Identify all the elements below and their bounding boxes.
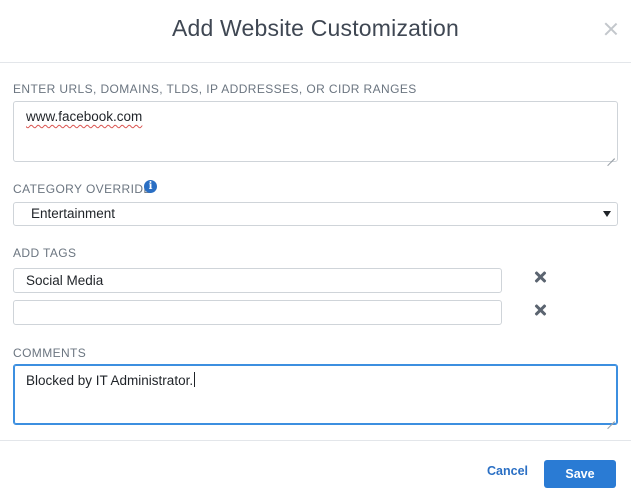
comments-value: Blocked by IT Administrator. <box>26 373 194 388</box>
dialog-header: Add Website Customization <box>0 0 631 63</box>
urls-value: www.facebook.com <box>26 109 143 124</box>
resize-grip-icon[interactable] <box>607 414 615 422</box>
urls-label: ENTER URLS, DOMAINS, TLDS, IP ADDRESSES,… <box>13 82 417 96</box>
tags-label: ADD TAGS <box>13 246 77 260</box>
tag-input-value: Social Media <box>26 273 104 288</box>
remove-tag-icon[interactable] <box>534 304 546 316</box>
comments-label: COMMENTS <box>13 346 87 360</box>
category-selected-value: Entertainment <box>31 206 116 221</box>
chevron-down-icon <box>603 211 611 217</box>
urls-textarea[interactable]: www.facebook.com <box>13 101 618 162</box>
category-select[interactable]: Entertainment <box>13 202 618 226</box>
dialog-title: Add Website Customization <box>171 15 460 41</box>
tag-input[interactable]: Social Media <box>13 268 502 293</box>
text-caret <box>194 372 196 387</box>
save-button[interactable]: Save <box>544 460 616 488</box>
tag-input[interactable] <box>13 300 502 325</box>
remove-tag-icon[interactable] <box>534 271 546 283</box>
cancel-button[interactable]: Cancel <box>487 464 528 478</box>
comments-textarea[interactable]: Blocked by IT Administrator. <box>13 364 618 425</box>
resize-grip-icon[interactable] <box>607 151 615 159</box>
close-icon[interactable] <box>604 22 618 36</box>
category-label: CATEGORY OVERRIDE <box>13 182 152 196</box>
info-icon[interactable]: i <box>144 180 157 193</box>
footer-divider <box>0 440 631 441</box>
